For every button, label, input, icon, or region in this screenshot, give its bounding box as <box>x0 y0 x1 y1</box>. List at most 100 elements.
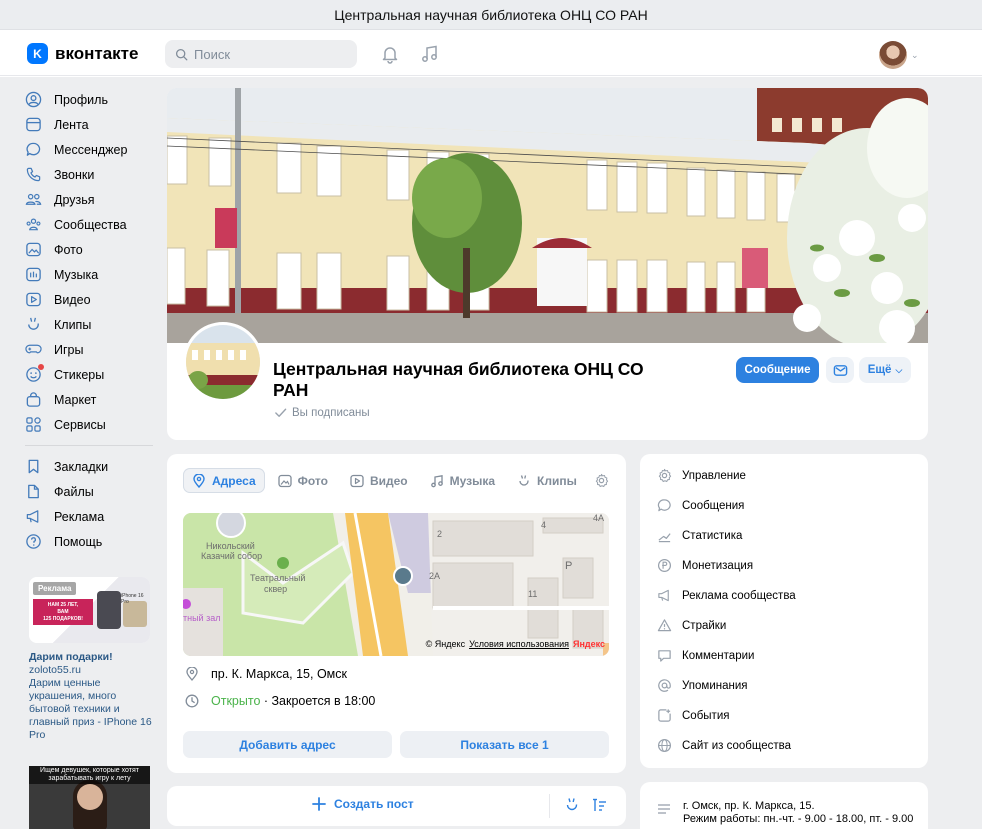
video-icon <box>350 474 364 487</box>
sidebar-item-label: Сообщества <box>54 217 127 232</box>
bell-icon[interactable] <box>380 44 400 64</box>
manage-item-strikes[interactable]: Страйки <box>657 618 726 633</box>
message-icon <box>657 499 671 512</box>
search-input[interactable] <box>194 46 344 62</box>
sticker-icon-wrapper <box>25 364 44 383</box>
ad-domain[interactable]: zoloto55.ru <box>29 664 154 677</box>
photo-icon <box>26 242 41 257</box>
sidebar-item-games[interactable]: Игры <box>25 337 155 362</box>
description-line: Режим работы: пн.-чт. - 9.00 - 18.00, пт… <box>683 813 914 825</box>
ruble-coin-icon <box>657 558 672 573</box>
ad-text-block[interactable]: Дарим подарки! zoloto55.ru Дарим ценные … <box>29 651 154 742</box>
sidebar-item-music[interactable]: Музыка <box>25 262 155 287</box>
subscribed-label: Вы подписаны <box>292 406 370 419</box>
manage-item-management[interactable]: Управление <box>657 468 746 483</box>
clips-icon[interactable] <box>564 797 580 813</box>
sidebar-item-photos[interactable]: Фото <box>25 237 155 262</box>
sidebar-item-clips[interactable]: Клипы <box>25 312 155 337</box>
tab-music[interactable]: Музыка <box>421 468 504 493</box>
sidebar-item-files[interactable]: Файлы <box>25 479 155 504</box>
left-sidebar: Профиль Лента Мессенджер Звонки Друзья С… <box>25 87 155 554</box>
sidebar-item-calls[interactable]: Звонки <box>25 162 155 187</box>
subscribed-status[interactable]: Вы подписаны <box>274 406 370 419</box>
manage-item-events[interactable]: События <box>657 708 729 723</box>
vk-logo[interactable]: K вконтакте <box>27 43 138 64</box>
photo-icon <box>277 474 292 487</box>
message-button[interactable]: Сообщение <box>736 357 819 383</box>
yandex-logo[interactable]: Яндекс <box>573 639 605 649</box>
ad-banner-2[interactable]: Ищем девушек, которые хотят зарабатывать… <box>29 766 150 829</box>
services-grid-icon <box>26 417 41 432</box>
map-widget[interactable]: Никольский Казачий собор Театральный скв… <box>183 513 609 656</box>
feed-icon <box>26 117 41 132</box>
manage-item-label: Страйки <box>682 619 727 632</box>
sidebar-item-messenger[interactable]: Мессенджер <box>25 137 155 162</box>
search-box[interactable] <box>165 40 357 68</box>
ad-image: Реклама НАМ 25 ЛЕТ, ВАМ 125 ПОДАРКОВ! iP… <box>29 577 150 643</box>
add-address-button[interactable]: Добавить адрес <box>183 731 392 758</box>
map-image <box>183 513 609 656</box>
file-icon <box>28 484 39 499</box>
ad-description[interactable]: Дарим ценные украшения, много бытовой те… <box>29 677 154 742</box>
globe-icon <box>657 738 672 753</box>
at-sign-icon <box>658 679 671 692</box>
music-note-icon[interactable] <box>420 44 440 64</box>
more-button[interactable]: Ещё ⌵ <box>859 357 911 383</box>
sidebar-item-label: Лента <box>54 117 89 132</box>
map-label: Театральный <box>250 573 306 583</box>
chevron-down-icon[interactable]: ⌄ <box>911 50 919 61</box>
address-row[interactable]: пр. К. Маркса, 15, Омск <box>185 667 347 681</box>
manage-item-comments[interactable]: Комментарии <box>657 648 754 663</box>
tab-clips[interactable]: Клипы <box>508 468 586 493</box>
user-avatar[interactable] <box>879 41 907 69</box>
megaphone-icon <box>658 589 669 602</box>
map-terms-link[interactable]: Условия использования <box>469 639 569 649</box>
sidebar-item-friends[interactable]: Друзья <box>25 187 155 212</box>
sidebar-item-video[interactable]: Видео <box>25 287 155 312</box>
manage-item-mentions[interactable]: Упоминания <box>657 678 748 693</box>
group-avatar[interactable] <box>183 322 263 402</box>
tab-label: Музыка <box>449 473 496 488</box>
phone-image <box>97 591 121 629</box>
map-label: Никольский <box>206 541 255 551</box>
create-post-label: Создать пост <box>334 797 414 811</box>
map-label: 4 <box>541 520 547 530</box>
map-label: сквер <box>264 584 288 594</box>
ad-banner-2-caption: Ищем девушек, которые хотят зарабатывать… <box>29 766 150 784</box>
manage-item-stats[interactable]: Статистика <box>657 528 742 543</box>
sidebar-item-ads[interactable]: Реклама <box>25 504 155 529</box>
manage-item-label: Комментарии <box>682 649 755 662</box>
sidebar-item-stickers[interactable]: Стикеры <box>25 362 155 387</box>
tab-addresses[interactable]: Адреса <box>183 468 265 493</box>
sidebar-item-communities[interactable]: Сообщества <box>25 212 155 237</box>
sidebar-item-market[interactable]: Маркет <box>25 387 155 412</box>
sidebar-item-bookmarks[interactable]: Закладки <box>25 454 155 479</box>
group-info-card: г. Омск, пр. К. Маркса, 15. Режим работы… <box>640 782 928 829</box>
tab-photos[interactable]: Фото <box>269 468 337 493</box>
manage-item-messages[interactable]: Сообщения <box>657 498 744 513</box>
manage-item-monetization[interactable]: Монетизация <box>657 558 753 573</box>
tab-label: Фото <box>297 473 328 488</box>
show-all-addresses-button[interactable]: Показать все 1 <box>400 731 609 758</box>
settings-gear-icon[interactable] <box>594 473 609 488</box>
manage-item-website[interactable]: Сайт из сообщества <box>657 738 791 753</box>
ad-title[interactable]: Дарим подарки! <box>29 651 154 664</box>
sort-icon[interactable] <box>592 797 608 813</box>
tab-video[interactable]: Видео <box>341 468 417 493</box>
phone-icon <box>26 167 41 182</box>
sidebar-item-label: Музыка <box>54 267 99 282</box>
sidebar-item-help[interactable]: Помощь <box>25 529 155 554</box>
sidebar-item-feed[interactable]: Лента <box>25 112 155 137</box>
create-post-button[interactable]: Создать пост <box>312 797 414 811</box>
ad-banner[interactable]: Реклама НАМ 25 ЛЕТ, ВАМ 125 ПОДАРКОВ! iP… <box>29 577 150 643</box>
vk-logo-text: вконтакте <box>55 43 139 63</box>
top-navigation: K вконтакте ⌄ <box>0 30 982 76</box>
hours-text: Открыто · Закроется в 18:00 <box>211 694 375 708</box>
envelope-button[interactable] <box>826 357 854 383</box>
sidebar-item-profile[interactable]: Профиль <box>25 87 155 112</box>
map-label: 2 <box>437 529 443 539</box>
map-label: Казачий собор <box>201 551 263 561</box>
manage-item-community-ads[interactable]: Реклама сообщества <box>657 588 796 603</box>
manage-item-label: Монетизация <box>682 559 754 572</box>
sidebar-item-services[interactable]: Сервисы <box>25 412 155 437</box>
